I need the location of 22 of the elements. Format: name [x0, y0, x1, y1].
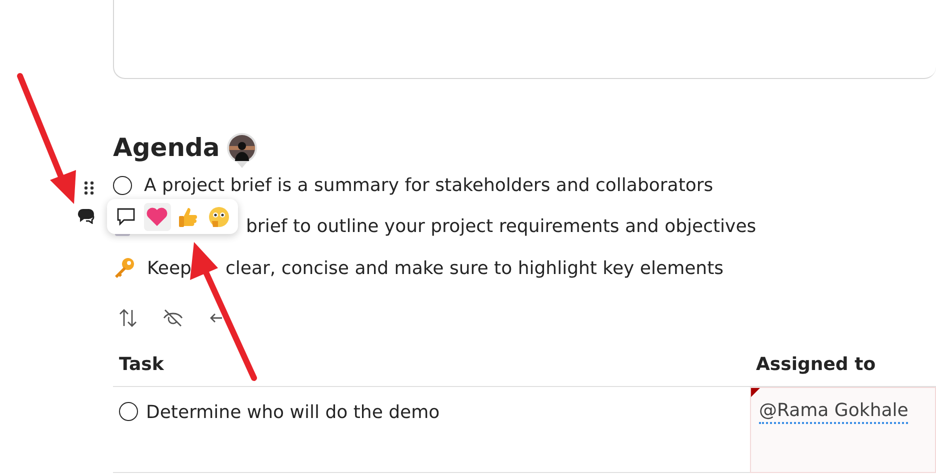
list-item-text: A project brief is a summary for stakeholders and collaborators	[144, 174, 714, 198]
checkbox[interactable]	[113, 176, 132, 194]
hide-icon[interactable]	[163, 309, 183, 327]
list-item-text: Keep	[147, 256, 192, 280]
sort-icon[interactable]	[119, 308, 137, 328]
left-arrow-icon[interactable]	[209, 312, 223, 324]
list-item-text: brief to outline your project requirements and objectives	[246, 214, 756, 238]
heart-icon	[146, 206, 168, 226]
checkbox[interactable]	[119, 402, 138, 421]
drag-handle-icon[interactable]	[83, 180, 95, 196]
mention-link[interactable]: @Rama Gokhale	[759, 400, 908, 424]
error-marker	[751, 388, 760, 397]
speech-bubble-icon	[116, 207, 136, 226]
key-icon	[113, 257, 135, 279]
list-item-text: clear, concise and make sure to highlight key elements	[225, 256, 724, 280]
comments-icon[interactable]	[77, 207, 96, 224]
heading: Agenda	[113, 132, 220, 164]
thumbs-up-icon	[176, 206, 199, 228]
table-cell-text: Determine who will do the demo	[146, 401, 440, 425]
face-icon	[208, 206, 230, 228]
column-header: Task	[113, 343, 750, 387]
heart-reaction-button[interactable]	[144, 202, 170, 230]
